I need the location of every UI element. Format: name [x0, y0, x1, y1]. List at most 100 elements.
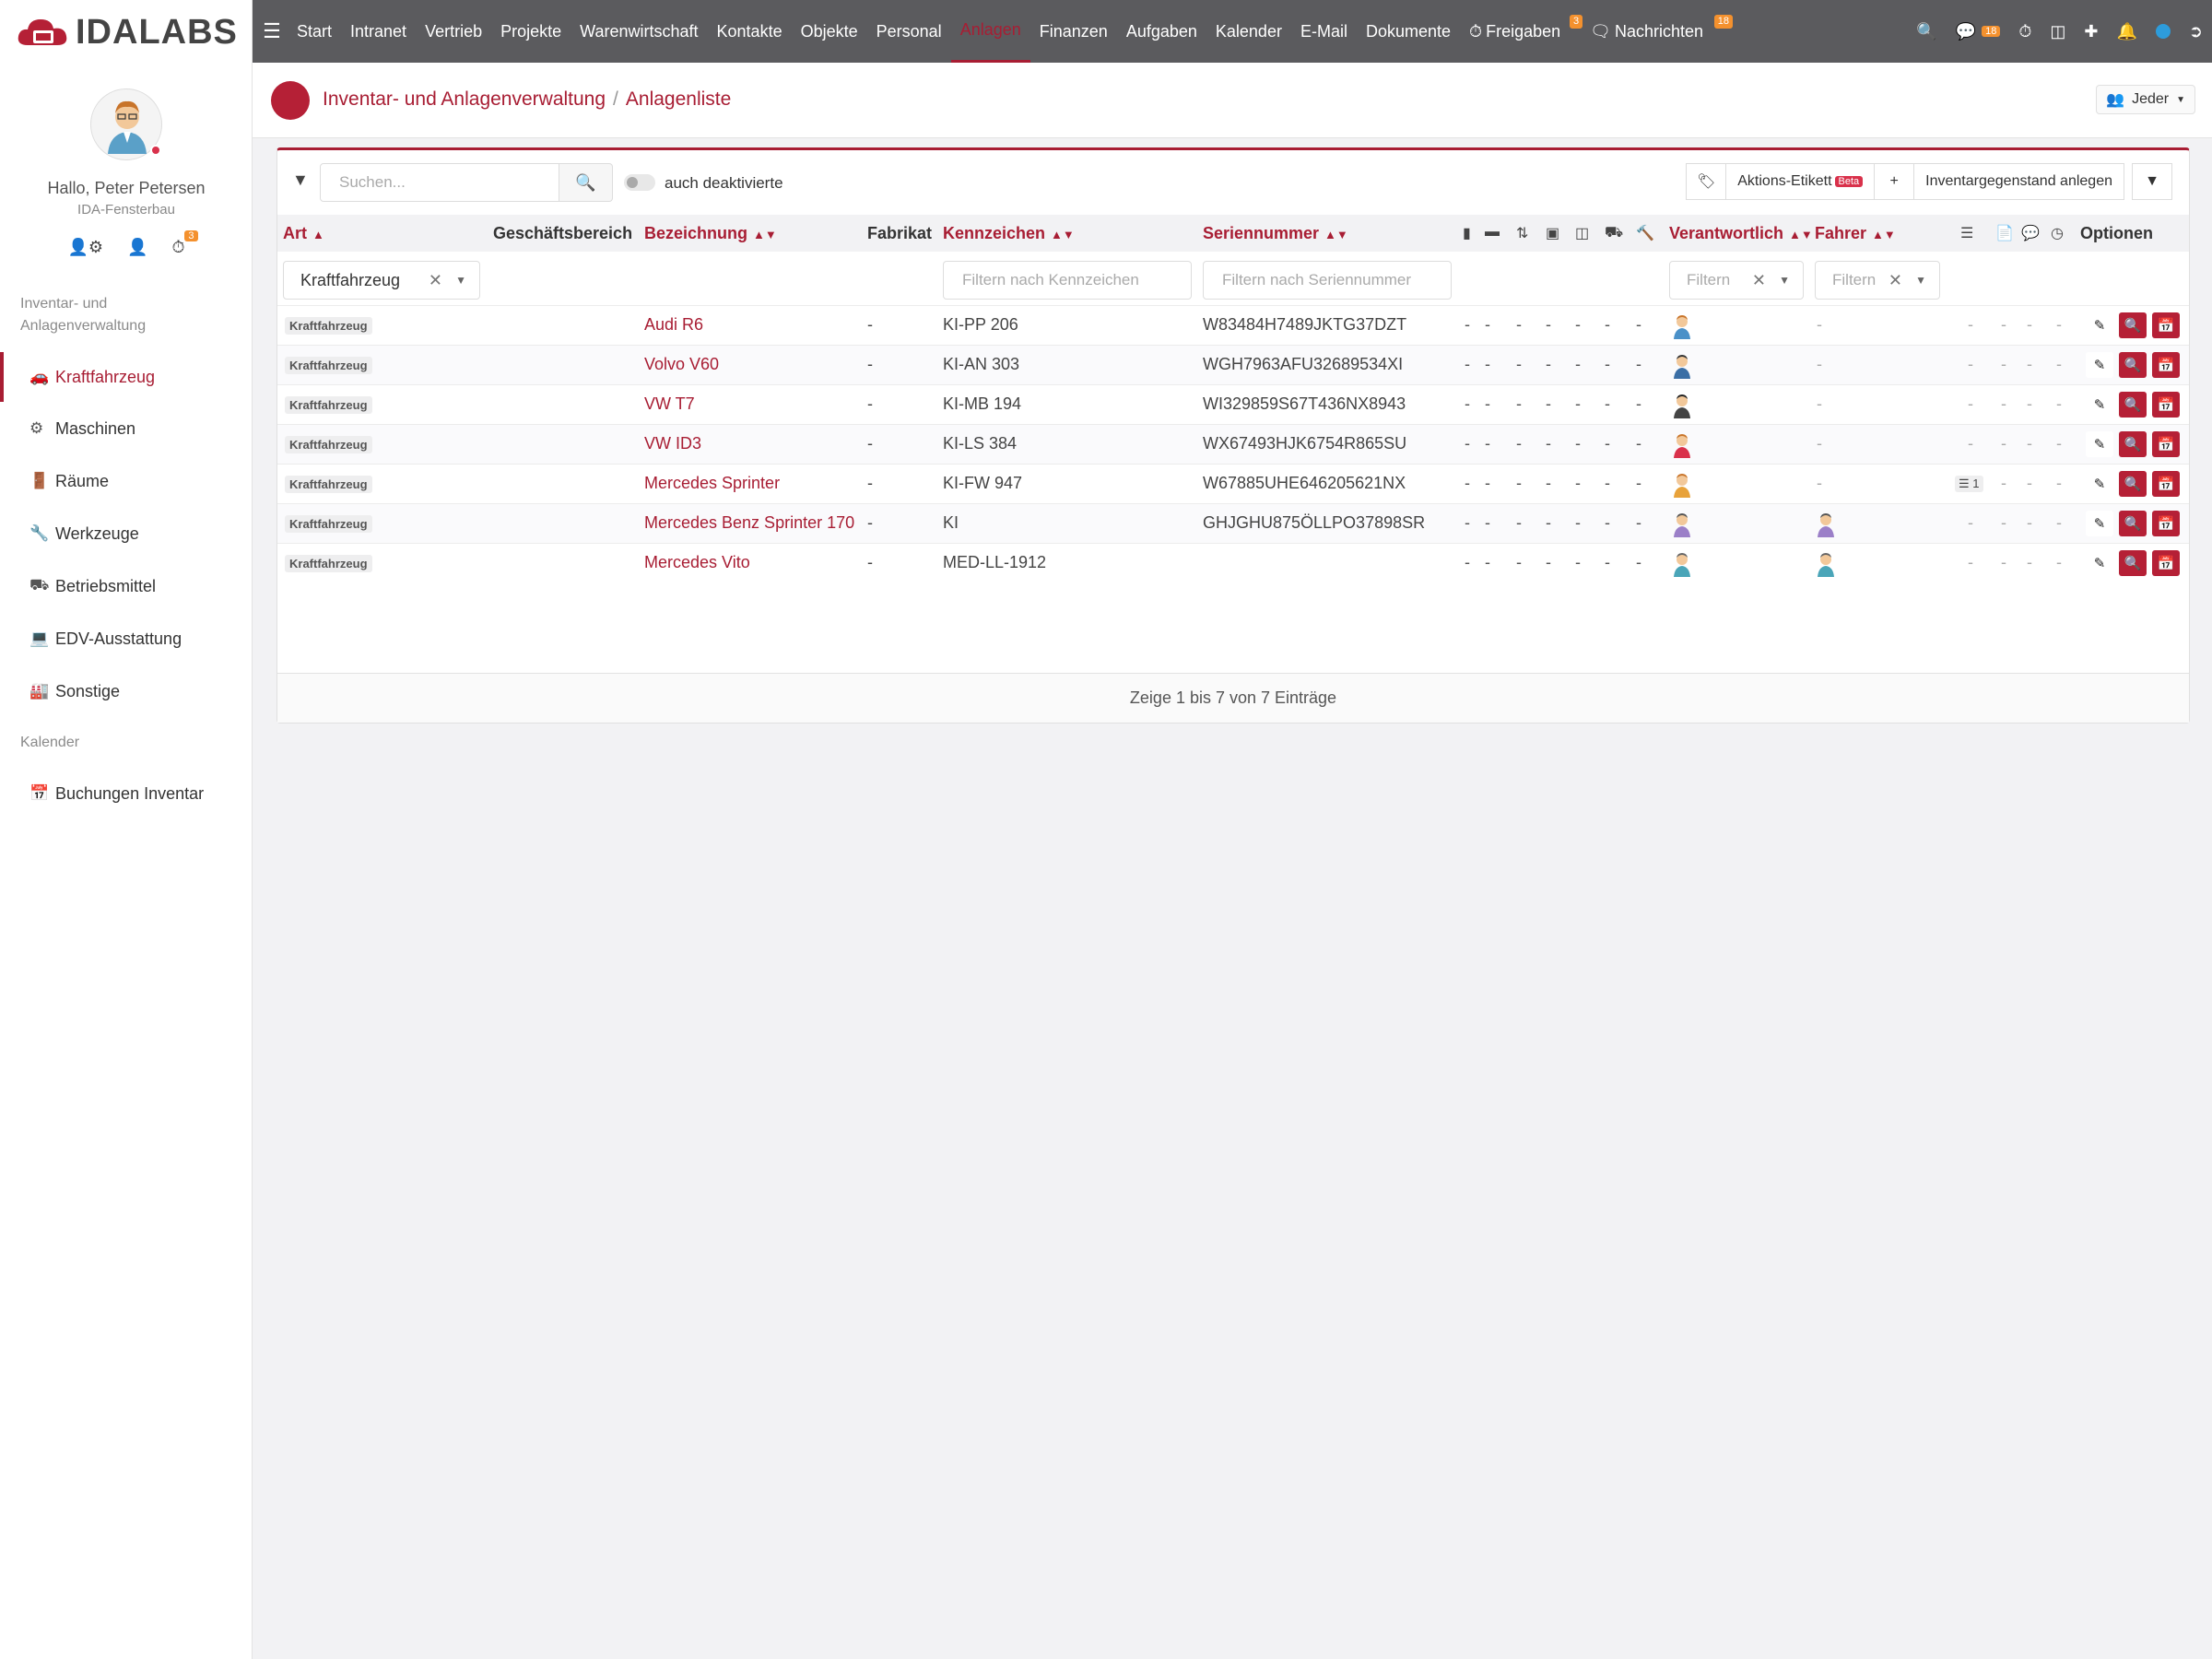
driver-avatar[interactable]	[1815, 512, 1837, 537]
asset-name-link[interactable]: Mercedes Sprinter	[644, 474, 780, 493]
responsible-avatar[interactable]	[1671, 472, 1693, 498]
nav-dokumente[interactable]: Dokumente	[1357, 0, 1460, 63]
sidebar-item-raeume[interactable]: 🚪 Räume	[0, 456, 253, 506]
logo[interactable]: IDALABS	[15, 9, 238, 55]
edit-button[interactable]: ✎	[2086, 312, 2113, 338]
sidebar-item-edv[interactable]: 💻 EDV-Ausstattung	[0, 614, 253, 664]
nav-nachrichten[interactable]: 🗨 Nachrichten 18	[1581, 0, 1734, 63]
fahrer-filter-select[interactable]: Filtern ✕ ▼	[1815, 261, 1940, 300]
user-settings-icon[interactable]: 👤⚙	[67, 238, 103, 257]
nav-intranet[interactable]: Intranet	[341, 0, 416, 63]
nav-start[interactable]: Start	[288, 0, 341, 63]
booking-calendar-button[interactable]: 📅	[2152, 392, 2180, 418]
avatar[interactable]	[90, 88, 162, 160]
booking-calendar-button[interactable]: 📅	[2152, 431, 2180, 457]
nav-warenwirtschaft[interactable]: Warenwirtschaft	[571, 0, 707, 63]
clear-icon[interactable]: ✕	[429, 271, 442, 290]
nav-finanzen[interactable]: Finanzen	[1030, 0, 1117, 63]
edit-button[interactable]: ✎	[2086, 431, 2113, 457]
sidebar-item-buchungen[interactable]: 📅 Buchungen Inventar	[0, 769, 253, 818]
col-seriennummer[interactable]: Seriennummer ▲▼	[1203, 224, 1348, 243]
table-row[interactable]: Kraftfahrzeug Volvo V60 - KI-AN 303 WGH7963A…	[277, 345, 2189, 384]
user-icon[interactable]: 👤	[127, 238, 147, 257]
view-details-button[interactable]: 🔍	[2119, 352, 2147, 378]
table-row[interactable]: Kraftfahrzeug Mercedes Benz Sprinter 170-…	[277, 503, 2189, 543]
asset-name-link[interactable]: Volvo V60	[644, 355, 719, 374]
add-icon-button[interactable]: +	[1874, 163, 1915, 200]
checklist-badge[interactable]: ☰ 1	[1955, 476, 1983, 492]
nav-vertrieb[interactable]: Vertrieb	[416, 0, 491, 63]
asset-name-link[interactable]: VW ID3	[644, 434, 701, 453]
nav-kontakte[interactable]: Kontakte	[708, 0, 792, 63]
sidebar-item-betriebsmittel[interactable]: ⛟ Betriebsmittel	[0, 561, 253, 611]
tag-button[interactable]: 🏷	[1686, 163, 1727, 200]
table-row[interactable]: Kraftfahrzeug Mercedes Vito - MED-LL-1912- -…	[277, 543, 2189, 582]
filter-icon[interactable]: ▼	[292, 171, 309, 190]
create-item-button[interactable]: Inventargegenstand anlegen	[1913, 163, 2124, 200]
asset-name-link[interactable]: VW T7	[644, 394, 695, 414]
seriennummer-filter-input[interactable]	[1203, 261, 1452, 300]
booking-calendar-button[interactable]: 📅	[2152, 312, 2180, 338]
col-kennzeichen[interactable]: Kennzeichen ▲▼	[943, 224, 1075, 243]
breadcrumb-module[interactable]: Inventar- und Anlagenverwaltung	[323, 88, 606, 110]
asset-name-link[interactable]: Mercedes Benz Sprinter 170	[644, 513, 854, 533]
view-details-button[interactable]: 🔍	[2119, 471, 2147, 497]
sidebar-item-werkzeuge[interactable]: 🔧 Werkzeuge	[0, 509, 253, 559]
col-art[interactable]: Art ▲	[283, 224, 324, 243]
responsible-avatar[interactable]	[1671, 432, 1693, 458]
plus-icon[interactable]: ✚	[2084, 22, 2098, 41]
nav-projekte[interactable]: Projekte	[491, 0, 571, 63]
edit-button[interactable]: ✎	[2086, 392, 2113, 418]
search-input[interactable]	[320, 163, 559, 202]
help-icon[interactable]	[2155, 24, 2171, 39]
nav-objekte[interactable]: Objekte	[792, 0, 867, 63]
nav-anlagen[interactable]: Anlagen	[950, 0, 1030, 63]
kennzeichen-filter-input[interactable]	[943, 261, 1192, 300]
table-row[interactable]: Kraftfahrzeug Mercedes Sprinter - KI-FW 947…	[277, 464, 2189, 503]
stopwatch-icon[interactable]: ⏱	[2018, 22, 2031, 41]
driver-avatar[interactable]	[1815, 551, 1837, 577]
view-details-button[interactable]: 🔍	[2119, 511, 2147, 536]
bell-icon[interactable]: 🔔	[2116, 22, 2136, 41]
action-label-button[interactable]: Aktions-Etikett Beta	[1725, 163, 1876, 200]
asset-name-link[interactable]: Audi R6	[644, 315, 703, 335]
table-row[interactable]: Kraftfahrzeug Audi R6 - KI-PP 206 W83484H748…	[277, 305, 2189, 345]
nav-aufgaben[interactable]: Aufgaben	[1117, 0, 1206, 63]
sidebar-item-kraftfahrzeug[interactable]: 🚗 Kraftfahrzeug	[0, 352, 253, 402]
responsible-avatar[interactable]	[1671, 353, 1693, 379]
responsible-avatar[interactable]	[1671, 393, 1693, 418]
col-bezeichnung[interactable]: Bezeichnung ▲▼	[644, 224, 777, 243]
view-details-button[interactable]: 🔍	[2119, 392, 2147, 418]
booking-calendar-button[interactable]: 📅	[2152, 550, 2180, 576]
view-details-button[interactable]: 🔍	[2119, 550, 2147, 576]
view-details-button[interactable]: 🔍	[2119, 312, 2147, 338]
col-fahrer[interactable]: Fahrer ▲▼	[1815, 224, 1896, 243]
approvals-icon[interactable]: ⏱ 3	[171, 230, 198, 257]
clear-icon[interactable]: ✕	[1752, 271, 1766, 290]
responsible-avatar[interactable]	[1671, 512, 1693, 537]
nav-kalender[interactable]: Kalender	[1206, 0, 1291, 63]
booking-calendar-button[interactable]: 📅	[2152, 511, 2180, 536]
edit-button[interactable]: ✎	[2086, 511, 2113, 536]
sidebar-item-sonstige[interactable]: 🏭 Sonstige	[0, 666, 253, 716]
nav-freigaben[interactable]: ⏱ Freigaben 3	[1460, 0, 1583, 63]
breadcrumb-current[interactable]: Anlagenliste	[626, 88, 731, 110]
filter-reset-button[interactable]: ▼	[2132, 163, 2172, 200]
layout-icon[interactable]: ◫	[2050, 22, 2065, 41]
logout-icon[interactable]: ➲	[2189, 22, 2203, 41]
nav-personal[interactable]: Personal	[867, 0, 951, 63]
menu-icon[interactable]: ☰	[256, 19, 288, 43]
table-row[interactable]: Kraftfahrzeug VW ID3 - KI-LS 384 WX67493HJK6…	[277, 424, 2189, 464]
edit-button[interactable]: ✎	[2086, 352, 2113, 378]
art-filter-select[interactable]: Kraftfahrzeug ✕ ▼	[283, 261, 480, 300]
edit-button[interactable]: ✎	[2086, 550, 2113, 576]
deactivated-toggle[interactable]	[624, 174, 655, 191]
nav-email[interactable]: E-Mail	[1291, 0, 1357, 63]
search-icon[interactable]: 🔍	[1916, 22, 1936, 41]
booking-calendar-button[interactable]: 📅	[2152, 352, 2180, 378]
verantwortlich-filter-select[interactable]: Filtern ✕ ▼	[1669, 261, 1804, 300]
table-row[interactable]: Kraftfahrzeug VW T7 - KI-MB 194 WI329859S67T…	[277, 384, 2189, 424]
sidebar-item-maschinen[interactable]: ⚙ Maschinen	[0, 404, 253, 453]
owner-filter-dropdown[interactable]: 👥 Jeder ▼	[2096, 85, 2195, 114]
col-verantwortlich[interactable]: Verantwortlich ▲▼	[1669, 224, 1813, 243]
